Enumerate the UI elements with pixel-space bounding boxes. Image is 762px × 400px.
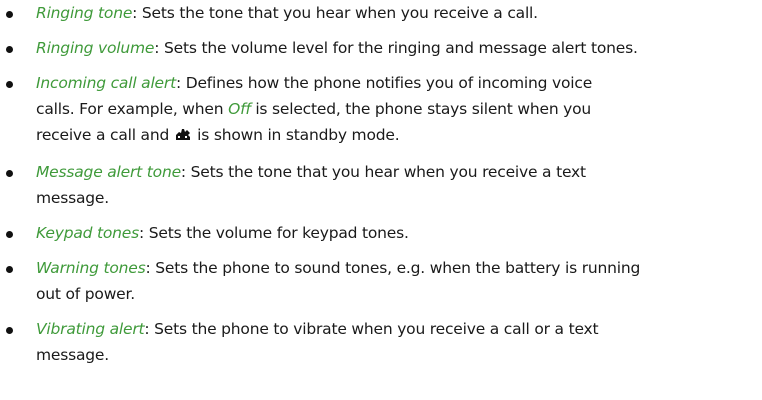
bullet xyxy=(6,327,13,334)
bullet xyxy=(6,81,13,88)
item-description: is shown in standby mode. xyxy=(197,126,400,144)
list-item-ringing-tone: Ringing tone: Sets the tone that you hea… xyxy=(0,0,762,26)
item-description: : Sets the volume level for the ringing … xyxy=(154,39,638,57)
bullet xyxy=(6,46,13,53)
list-item-keypad-tones: Keypad tones: Sets the volume for keypad… xyxy=(0,220,762,246)
item-description: calls. For example, when xyxy=(36,100,229,118)
item-description: is selected, the phone stays silent when… xyxy=(250,100,592,118)
item-description: : Sets the tone that you hear when you r… xyxy=(180,163,586,181)
item-description: : Sets the tone that you hear when you r… xyxy=(132,4,538,22)
bullet xyxy=(6,170,13,177)
silent-mode-icon xyxy=(173,124,193,150)
item-description: out of power. xyxy=(36,285,135,303)
item-description: receive a call and xyxy=(36,126,170,144)
item-description: : Sets the phone to sound tones, e.g. wh… xyxy=(145,259,641,277)
term-vibrating-alert: Vibrating alert xyxy=(36,320,145,338)
settings-list: Ringing tone: Sets the tone that you hea… xyxy=(0,0,762,377)
list-item-message-alert-tone: Message alert tone: Sets the tone that y… xyxy=(0,159,762,211)
term-message-alert-tone: Message alert tone xyxy=(36,163,181,181)
term-ringing-volume: Ringing volume xyxy=(36,39,155,57)
list-item-ringing-volume: Ringing volume: Sets the volume level fo… xyxy=(0,35,762,61)
list-item-warning-tones: Warning tones: Sets the phone to sound t… xyxy=(0,255,762,307)
term-warning-tones: Warning tones xyxy=(36,259,146,277)
list-item-vibrating-alert: Vibrating alert: Sets the phone to vibra… xyxy=(0,316,762,368)
term-keypad-tones: Keypad tones xyxy=(36,224,140,242)
bullet xyxy=(6,266,13,273)
term-off: Off xyxy=(228,100,251,118)
list-item-incoming-call-alert: Incoming call alert: Defines how the pho… xyxy=(0,70,762,150)
item-description: message. xyxy=(36,346,109,364)
term-incoming-call-alert: Incoming call alert xyxy=(36,74,176,92)
item-description: : Defines how the phone notifies you of … xyxy=(175,74,593,92)
bullet xyxy=(6,231,13,238)
term-ringing-tone: Ringing tone xyxy=(36,4,133,22)
bullet xyxy=(6,11,13,18)
item-description: message. xyxy=(36,189,109,207)
item-description: : Sets the phone to vibrate when you rec… xyxy=(144,320,599,338)
item-description: : Sets the volume for keypad tones. xyxy=(139,224,409,242)
